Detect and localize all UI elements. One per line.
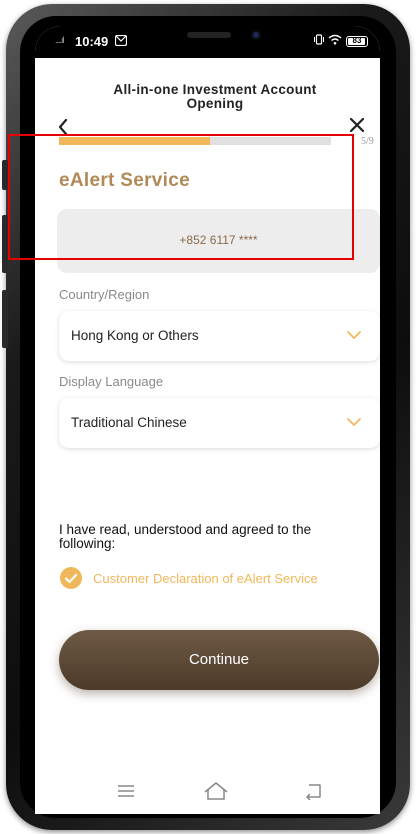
back-icon[interactable] <box>303 782 325 800</box>
home-icon[interactable] <box>203 780 229 802</box>
chevron-down-icon <box>347 418 361 426</box>
continue-button[interactable]: Continue <box>59 630 379 690</box>
country-region-value: Hong Kong or Others <box>71 328 199 343</box>
front-camera <box>251 30 261 40</box>
country-region-label: Country/Region <box>59 287 150 302</box>
check-circle-icon[interactable] <box>60 567 82 589</box>
menu-icon[interactable] <box>117 784 135 798</box>
country-region-select[interactable]: Hong Kong or Others <box>59 311 380 361</box>
wifi-icon <box>328 34 342 48</box>
status-icons: 83 <box>314 34 368 48</box>
side-button <box>2 290 8 348</box>
display-language-value: Traditional Chinese <box>71 415 187 430</box>
signal-indicator: ....ıl <box>55 35 64 45</box>
status-bar: 10:49 ....ıl 83 <box>35 26 380 58</box>
declaration-link[interactable]: Customer Declaration of eAlert Service <box>93 571 318 586</box>
progress-text: 5/9 <box>361 136 374 147</box>
agreement-text: I have read, understood and agreed to th… <box>59 522 312 551</box>
vibrate-icon <box>314 34 324 48</box>
earpiece <box>187 32 231 38</box>
highlight-box <box>8 134 354 260</box>
notification-icon <box>114 34 128 49</box>
chevron-down-icon <box>347 331 361 339</box>
page-title: All-in-one Investment Account Opening <box>113 82 317 111</box>
battery-level: 83 <box>352 35 362 45</box>
display-language-select[interactable]: Traditional Chinese <box>59 398 380 448</box>
status-time: 10:49 <box>75 34 109 49</box>
battery-icon: 83 <box>346 35 368 47</box>
close-icon <box>349 117 365 133</box>
display-language-label: Display Language <box>59 374 164 389</box>
